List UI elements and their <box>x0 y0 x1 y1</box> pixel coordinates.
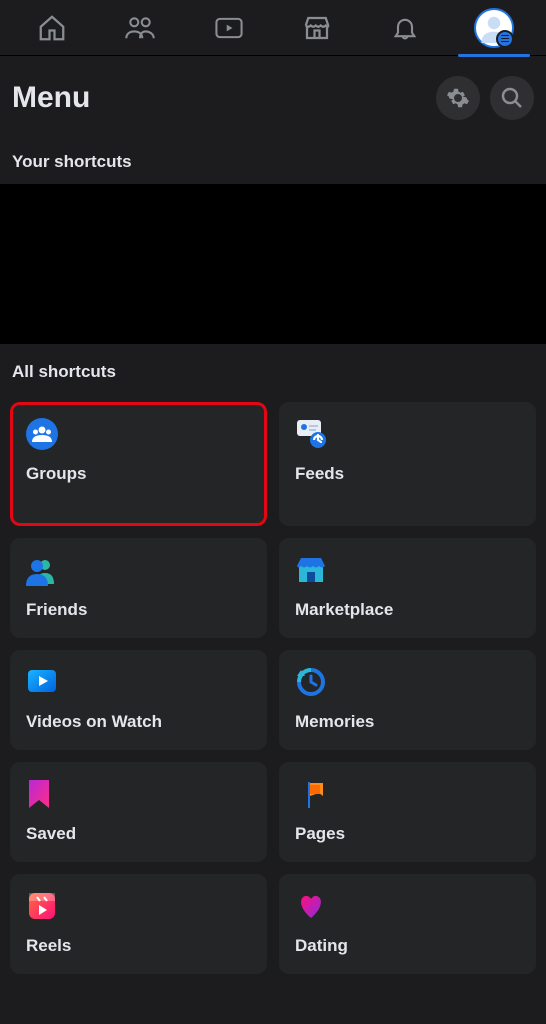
saved-icon <box>26 778 58 810</box>
shortcut-label: Friends <box>26 600 251 620</box>
home-icon <box>37 13 67 43</box>
watch-icon <box>213 13 245 43</box>
search-icon <box>500 86 524 110</box>
shortcut-marketplace[interactable]: Marketplace <box>279 538 536 638</box>
shortcut-reels[interactable]: Reels <box>10 874 267 974</box>
feeds-icon <box>295 418 327 450</box>
shortcut-watch[interactable]: Videos on Watch <box>10 650 267 750</box>
bell-icon <box>391 13 419 43</box>
search-button[interactable] <box>490 76 534 120</box>
reels-icon <box>26 890 58 922</box>
shortcut-saved[interactable]: Saved <box>10 762 267 862</box>
header-actions <box>436 76 534 120</box>
friends-icon <box>26 554 58 586</box>
watch-play-icon <box>26 666 58 698</box>
menu-header: Menu <box>0 56 546 144</box>
shortcut-label: Memories <box>295 712 520 732</box>
settings-button[interactable] <box>436 76 480 120</box>
page-title: Menu <box>12 81 90 115</box>
pages-icon <box>295 778 327 810</box>
shortcut-friends[interactable]: Friends <box>10 538 267 638</box>
shortcut-groups[interactable]: Groups <box>10 402 267 526</box>
shortcut-dating[interactable]: Dating <box>279 874 536 974</box>
groups-icon <box>26 418 58 450</box>
shortcuts-grid: Groups Feeds Friends Marketplace Videos <box>10 402 536 974</box>
your-shortcuts-area <box>0 184 546 344</box>
top-nav <box>0 0 546 56</box>
nav-home[interactable] <box>8 0 96 56</box>
nav-marketplace[interactable] <box>273 0 361 56</box>
shortcut-label: Videos on Watch <box>26 712 251 732</box>
marketplace-icon <box>295 554 327 586</box>
shortcut-feeds[interactable]: Feeds <box>279 402 536 526</box>
menu-badge-icon <box>496 30 514 48</box>
shortcut-label: Marketplace <box>295 600 520 620</box>
avatar <box>474 8 514 48</box>
nav-notifications[interactable] <box>361 0 449 56</box>
shortcut-label: Feeds <box>295 464 520 484</box>
memories-icon <box>295 666 327 698</box>
shortcut-pages[interactable]: Pages <box>279 762 536 862</box>
nav-menu[interactable] <box>450 0 538 56</box>
marketplace-icon <box>302 13 332 43</box>
nav-friends[interactable] <box>96 0 184 56</box>
nav-watch[interactable] <box>185 0 273 56</box>
shortcut-label: Reels <box>26 936 251 956</box>
people-icon <box>124 13 156 43</box>
shortcut-label: Dating <box>295 936 520 956</box>
dating-icon <box>295 890 327 922</box>
shortcut-label: Pages <box>295 824 520 844</box>
shortcut-label: Saved <box>26 824 251 844</box>
gear-icon <box>446 86 470 110</box>
shortcut-memories[interactable]: Memories <box>279 650 536 750</box>
all-shortcuts: Groups Feeds Friends Marketplace Videos <box>0 394 546 974</box>
section-your-shortcuts-title: Your shortcuts <box>0 144 546 184</box>
section-all-shortcuts-title: All shortcuts <box>0 344 546 394</box>
shortcut-label: Groups <box>26 464 251 484</box>
